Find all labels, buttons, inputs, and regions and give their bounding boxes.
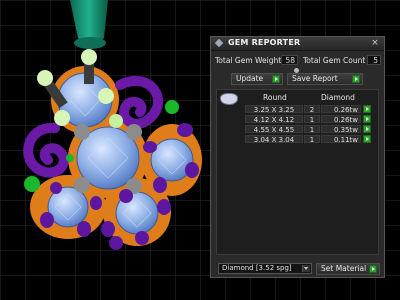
gem-table: Round Diamond 3.25 X 3.25 2 0.26tw 4.12 …	[216, 89, 379, 255]
total-weight-label: Total Gem Weight	[215, 56, 282, 65]
total-count-value: 5	[367, 55, 381, 65]
table-row: 3.04 X 3.04 1 0.11tw	[245, 135, 377, 144]
row-select-arrow-icon[interactable]	[363, 125, 371, 133]
gem-size: 4.55 X 4.55	[245, 125, 303, 134]
gem-weight: 0.26tw	[321, 115, 361, 124]
set-material-arrow-icon	[369, 265, 377, 273]
set-material-label: Set Material	[321, 264, 367, 273]
chevron-down-icon	[302, 265, 310, 272]
action-buttons: Update Save Report	[215, 73, 382, 87]
material-row: Diamond [3.52 spg] Set Material	[218, 263, 381, 275]
gem-reporter-logo-icon	[214, 38, 224, 48]
table-row: 4.12 X 4.12 1 0.26tw	[245, 115, 377, 124]
panel-titlebar[interactable]: GEM REPORTER ×	[211, 37, 384, 51]
row-select-arrow-icon[interactable]	[363, 135, 371, 143]
panel-title: GEM REPORTER	[228, 38, 301, 47]
app-window: GEM REPORTER × Total Gem Weight 58 Total…	[0, 0, 400, 300]
col-material-header: Diamond	[321, 93, 355, 102]
row-select-arrow-icon[interactable]	[363, 115, 371, 123]
save-report-button[interactable]: Save Report	[287, 73, 363, 85]
material-select[interactable]: Diamond [3.52 spg]	[218, 263, 312, 274]
gem-reporter-panel: GEM REPORTER × Total Gem Weight 58 Total…	[210, 36, 385, 278]
gem-count: 2	[304, 105, 320, 114]
emerald-left	[24, 176, 40, 192]
save-report-label: Save Report	[292, 74, 338, 83]
table-row: 3.25 X 3.25 2 0.26tw	[245, 105, 377, 114]
close-icon[interactable]: ×	[370, 38, 380, 48]
col-shape-header: Round	[263, 93, 287, 102]
gem-size: 3.04 X 3.04	[245, 135, 303, 144]
emerald-right	[165, 100, 179, 114]
total-weight-value: 58	[281, 55, 298, 65]
gem-weight: 0.11tw	[321, 135, 361, 144]
table-row: 4.55 X 4.55 1 0.35tw	[245, 125, 377, 134]
material-select-value: Diamond [3.52 spg]	[222, 264, 292, 272]
gem-count: 1	[304, 115, 320, 124]
gem-size: 4.12 X 4.12	[245, 115, 303, 124]
update-arrow-icon	[272, 75, 280, 83]
row-select-arrow-icon[interactable]	[363, 105, 371, 113]
gem-count: 1	[304, 125, 320, 134]
total-count-label: Total Gem Count	[303, 56, 366, 65]
gem-size: 3.25 X 3.25	[245, 105, 303, 114]
save-arrow-icon	[352, 75, 360, 83]
set-material-button[interactable]: Set Material	[316, 263, 380, 275]
totals-row: Total Gem Weight 58 Total Gem Count 5	[215, 55, 382, 67]
gem-count: 1	[304, 135, 320, 144]
gem-weight: 0.35tw	[321, 125, 361, 134]
update-button[interactable]: Update	[231, 73, 283, 85]
gem-weight: 0.26tw	[321, 105, 361, 114]
update-label: Update	[236, 74, 264, 83]
round-gem-thumbnail-icon[interactable]	[220, 93, 238, 105]
